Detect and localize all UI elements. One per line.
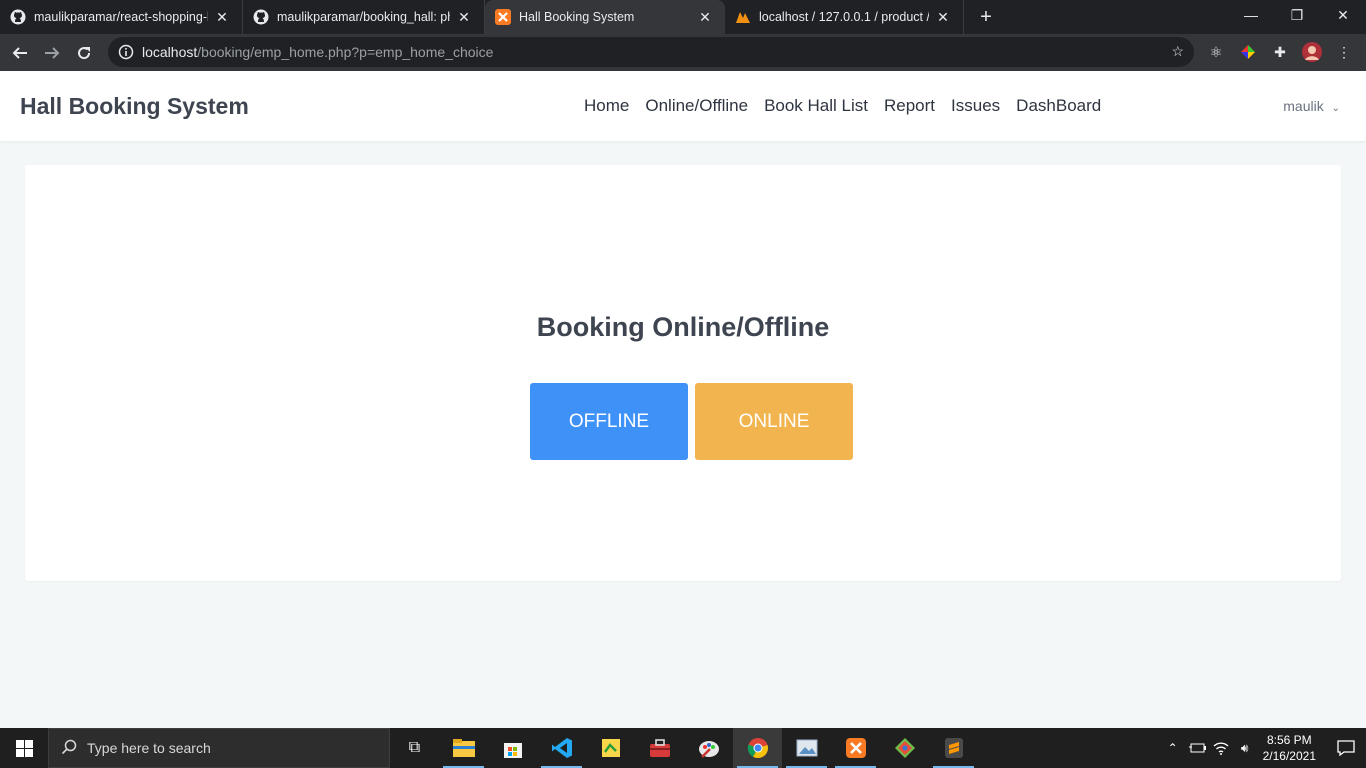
url-host: localhost xyxy=(142,44,198,60)
chevron-down-icon: ⌄ xyxy=(1331,103,1340,114)
minimize-icon[interactable]: — xyxy=(1228,0,1274,30)
taskbar-apps: ⧉ xyxy=(390,728,978,768)
info-icon[interactable] xyxy=(118,44,134,60)
forward-icon[interactable] xyxy=(36,37,68,69)
url-path: /booking/emp_home.php?p=emp_home_choice xyxy=(197,44,494,60)
photos-app-icon[interactable] xyxy=(782,728,831,768)
windows-taskbar: Type here to search ⧉ ⌃ 🔊︎ 8:56 PM 2/16/… xyxy=(0,728,1366,768)
browser-tab[interactable]: maulikparamar/react-shopping-b ✕ xyxy=(0,0,243,34)
more-menu-icon[interactable]: ⋮ xyxy=(1332,39,1356,65)
browser-tab-strip: maulikparamar/react-shopping-b ✕ maulikp… xyxy=(0,0,1366,34)
taskbar-search-box[interactable]: Type here to search xyxy=(48,728,390,768)
react-devtools-icon[interactable]: ⚛ xyxy=(1204,39,1228,65)
page-title: Booking Online/Offline xyxy=(536,312,830,342)
extensions-area: ⚛ ✚ ⋮ xyxy=(1204,39,1356,65)
close-window-icon[interactable]: ✕ xyxy=(1320,0,1366,30)
github-icon xyxy=(10,9,26,25)
git-gui-icon[interactable] xyxy=(880,728,929,768)
user-name: maulik xyxy=(1283,98,1324,114)
sticky-app-icon[interactable] xyxy=(586,728,635,768)
nav-report[interactable]: Report xyxy=(884,96,935,116)
app-navbar: Hall Booking System Home Online/Offline … xyxy=(0,71,1366,141)
paint-app-icon[interactable] xyxy=(684,728,733,768)
browser-tab[interactable]: maulikparamar/booking_hall: php ✕ xyxy=(243,0,485,34)
profile-avatar[interactable] xyxy=(1300,39,1324,65)
notification-center-icon[interactable] xyxy=(1326,740,1366,756)
battery-icon[interactable] xyxy=(1185,742,1209,754)
clock-date: 2/16/2021 xyxy=(1262,749,1316,763)
nav-issues[interactable]: Issues xyxy=(951,96,1000,116)
system-tray: ⌃ 🔊︎ 8:56 PM 2/16/2021 xyxy=(1161,728,1366,768)
brand-title[interactable]: Hall Booking System xyxy=(20,93,249,120)
tab-title: localhost / 127.0.0.1 / product / r xyxy=(759,10,929,24)
browser-toolbar: localhost/booking/emp_home.php?p=emp_hom… xyxy=(0,34,1366,71)
close-icon[interactable]: ✕ xyxy=(697,9,713,25)
user-menu[interactable]: maulik ⌄ xyxy=(1283,98,1340,114)
browser-tab-active[interactable]: Hall Booking System ✕ xyxy=(485,0,725,34)
close-icon[interactable]: ✕ xyxy=(456,9,472,25)
search-placeholder: Type here to search xyxy=(87,740,211,756)
tab-title: maulikparamar/booking_hall: php xyxy=(277,10,450,24)
windows-start-icon[interactable] xyxy=(0,728,48,768)
browser-tab[interactable]: localhost / 127.0.0.1 / product / r ✕ xyxy=(725,0,964,34)
offline-button[interactable]: OFFLINE xyxy=(530,383,688,460)
show-hidden-icons-chevron[interactable]: ⌃ xyxy=(1161,741,1185,755)
phpmyadmin-icon xyxy=(735,9,751,25)
window-controls: — ❐ ✕ xyxy=(1228,0,1366,34)
sublime-text-icon[interactable] xyxy=(929,728,978,768)
restore-icon[interactable]: ❐ xyxy=(1274,0,1320,30)
close-icon[interactable]: ✕ xyxy=(935,9,951,25)
close-icon[interactable]: ✕ xyxy=(214,9,230,25)
volume-icon[interactable]: 🔊︎ xyxy=(1233,741,1257,756)
toolbox-app-icon[interactable] xyxy=(635,728,684,768)
extensions-puzzle-icon[interactable]: ✚ xyxy=(1268,39,1292,65)
file-explorer-icon[interactable] xyxy=(439,728,488,768)
xampp-icon[interactable] xyxy=(831,728,880,768)
nav-book-hall-list[interactable]: Book Hall List xyxy=(764,96,868,116)
tab-title: Hall Booking System xyxy=(519,10,635,24)
main-menu: Home Online/Offline Book Hall List Repor… xyxy=(584,96,1101,116)
nav-home[interactable]: Home xyxy=(584,96,629,116)
color-picker-extension-icon[interactable] xyxy=(1236,39,1260,65)
nav-dashboard[interactable]: DashBoard xyxy=(1016,96,1101,116)
tab-title: maulikparamar/react-shopping-b xyxy=(34,10,208,24)
wifi-icon[interactable] xyxy=(1209,741,1233,755)
search-icon xyxy=(61,739,77,758)
address-bar[interactable]: localhost/booking/emp_home.php?p=emp_hom… xyxy=(108,37,1194,67)
task-view-icon[interactable]: ⧉ xyxy=(390,728,439,768)
chrome-icon[interactable] xyxy=(733,728,782,768)
clock-time: 8:56 PM xyxy=(1266,733,1312,747)
new-tab-button[interactable]: + xyxy=(972,3,1000,31)
back-icon[interactable] xyxy=(4,37,36,69)
xampp-icon xyxy=(495,9,511,25)
vscode-icon[interactable] xyxy=(537,728,586,768)
reload-icon[interactable] xyxy=(68,37,100,69)
online-button[interactable]: ONLINE xyxy=(695,383,853,460)
booking-choice-card: Booking Online/Offline OFFLINE ONLINE xyxy=(25,165,1341,581)
bookmark-star-icon[interactable]: ☆ xyxy=(1171,43,1184,60)
nav-online-offline[interactable]: Online/Offline xyxy=(645,96,748,116)
github-icon xyxy=(253,9,269,25)
microsoft-store-icon[interactable] xyxy=(488,728,537,768)
taskbar-clock[interactable]: 8:56 PM 2/16/2021 xyxy=(1263,732,1316,764)
